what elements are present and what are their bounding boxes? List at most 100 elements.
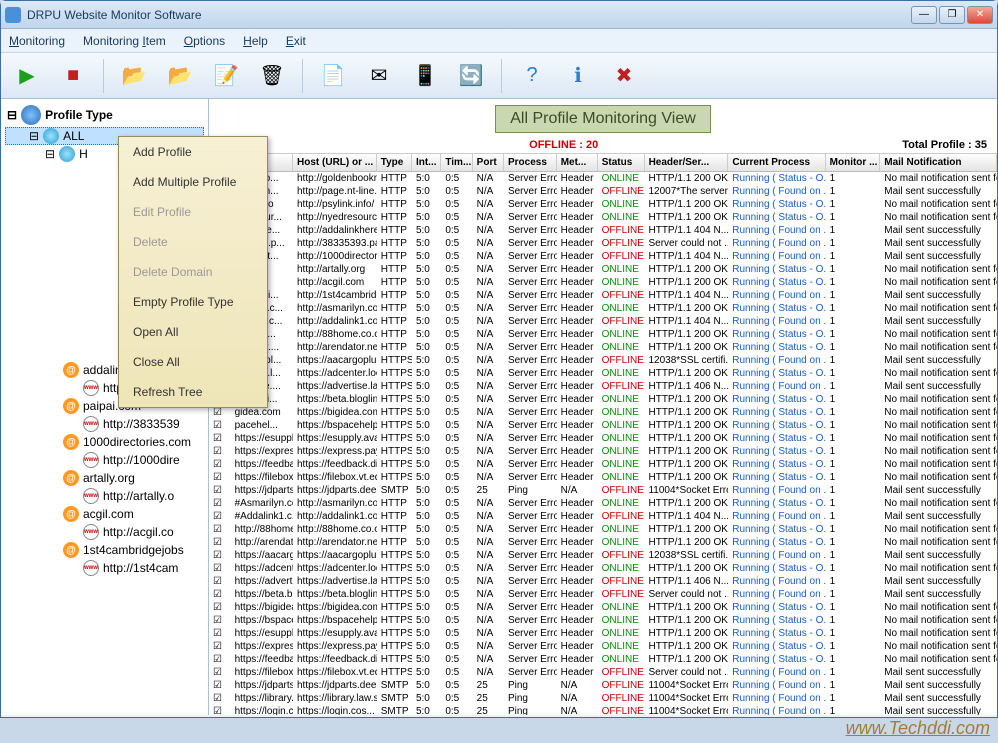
refresh-button[interactable]: 🔄 <box>453 58 489 94</box>
tree-item[interactable]: wwwhttp://1000dire <box>5 451 204 469</box>
table-row[interactable]: ☑https://login.cos...https://login.cos..… <box>209 705 997 715</box>
menu-monitoring-item[interactable]: Monitoring Item <box>83 34 166 48</box>
table-row[interactable]: ☑https://feedback...https://feedback.di.… <box>209 653 997 666</box>
table-row[interactable]: ☑https://jdparts.de..https://jdparts.dee… <box>209 679 997 692</box>
table-row[interactable]: ☑https://aacargo...https://aacargoplus..… <box>209 549 997 562</box>
minimize-button[interactable]: — <box>911 6 937 24</box>
exit-button[interactable]: ✖ <box>606 58 642 94</box>
table-row[interactable]: ☑home.c...http://88home.co.ccHTTP5:00:5N… <box>209 328 997 341</box>
cell: 5:0 <box>412 615 441 626</box>
table-row[interactable]: ☑ylink.infohttp://psylink.info/HTTP5:00:… <box>209 198 997 211</box>
table-row[interactable]: ☑https://bigidea....https://bigidea.comH… <box>209 601 997 614</box>
menu-exit[interactable]: Exit <box>286 34 306 48</box>
table-row[interactable]: ☑dcenter.l...https://adcenter.loo...HTTP… <box>209 367 997 380</box>
table-row[interactable]: ☑https://filebox.vt...https://filebox.vt… <box>209 666 997 679</box>
tree-item[interactable]: @artally.org <box>5 469 204 487</box>
menu-options[interactable]: Options <box>184 34 225 48</box>
col-header[interactable]: Header/Ser... <box>645 154 729 171</box>
col-header[interactable]: Host (URL) or ... <box>293 154 377 171</box>
table-row[interactable]: ☑https://express.p...https://express.pay… <box>209 640 997 653</box>
cell: OFFLINE <box>598 576 645 587</box>
ctx-add-multiple-profile[interactable]: Add Multiple Profile <box>119 167 267 197</box>
table-row[interactable]: ☑gil.comhttp://acgil.comHTTP5:00:5N/ASer… <box>209 276 997 289</box>
table-row[interactable]: ☑#Addalink1.c...http://addalink1.comHTTP… <box>209 510 997 523</box>
col-header[interactable]: Int... <box>412 154 441 171</box>
table-row[interactable]: ☑https://jdparts.de..https://jdparts.dee… <box>209 484 997 497</box>
table-row[interactable]: ☑endator....http://arendator.net...HTTP5… <box>209 341 997 354</box>
ctx-empty-profile-type[interactable]: Empty Profile Type <box>119 287 267 317</box>
table-row[interactable]: ☑https://beta.blo...https://beta.bloglin… <box>209 588 997 601</box>
tree-item[interactable]: @1st4cambridgejobs <box>5 541 204 559</box>
ctx-open-all[interactable]: Open All <box>119 317 267 347</box>
table-row[interactable]: ☑http://88home....http://88home.co.ccHTT… <box>209 523 997 536</box>
table-row[interactable]: ☑#Asmarilyn.co...http://asmarilyn.comHTT… <box>209 497 997 510</box>
mobile-button[interactable]: 📱 <box>407 58 443 94</box>
cell: Mail sent successfully <box>880 680 997 691</box>
data-table[interactable]: NameHost (URL) or ...TypeInt...Tim...Por… <box>209 154 997 715</box>
cell: N/A <box>473 186 504 197</box>
table-row[interactable]: ☑4cambri...http://1st4cambridg...HTTP5:0… <box>209 289 997 302</box>
ctx-add-profile[interactable]: Add Profile <box>119 137 267 167</box>
report-button[interactable]: 📄 <box>315 58 351 94</box>
tree-item[interactable]: wwwhttp://acgil.co <box>5 523 204 541</box>
table-row[interactable]: ☑https://esupply.a...https://esupply.ava… <box>209 627 997 640</box>
tree-item[interactable]: wwwhttp://1st4cam <box>5 559 204 577</box>
delete-button[interactable]: 🗑 <box>254 58 290 94</box>
info-button[interactable]: ℹ <box>560 58 596 94</box>
col-header[interactable]: Mail Notification <box>880 154 997 171</box>
tree-item[interactable]: wwwhttp://3833539 <box>5 415 204 433</box>
tree-item[interactable]: @acgil.com <box>5 505 204 523</box>
table-row[interactable]: ☑https://esupply.a...https://esupply.ava… <box>209 432 997 445</box>
table-row[interactable]: ☑ge.nt-lin...http://page.nt-line.ruHTTP5… <box>209 185 997 198</box>
col-header[interactable]: Monitor ... <box>826 154 881 171</box>
table-row[interactable]: ☑ally.orghttp://artally.orgHTTP5:00:5N/A… <box>209 263 997 276</box>
tree-item[interactable]: @1000directories.com <box>5 433 204 451</box>
cell: 0:5 <box>441 394 472 405</box>
col-header[interactable]: Current Process <box>728 154 825 171</box>
col-header[interactable]: Tim... <box>441 154 472 171</box>
ctx-refresh-tree[interactable]: Refresh Tree <box>119 377 267 407</box>
table-row[interactable]: ☑http://arendator...http://arendator.net… <box>209 536 997 549</box>
table-row[interactable]: ☑https://library.la...https://library.la… <box>209 692 997 705</box>
add-profile-button[interactable]: 📂 <box>116 58 152 94</box>
table-row[interactable]: ☑https://bspaceh...https://bspacehelp...… <box>209 614 997 627</box>
table-row[interactable]: ☑marilyn.c...http://asmarilyn.comHTTP5:0… <box>209 302 997 315</box>
menu-help[interactable]: Help <box>243 34 268 48</box>
edit-profile-button[interactable]: 📝 <box>208 58 244 94</box>
table-row[interactable]: ☑ta.blogli...https://beta.bloglin...HTTP… <box>209 393 997 406</box>
table-row[interactable]: ☑dalinkhe...http://addalinkhere...HTTP5:… <box>209 224 997 237</box>
ctx-delete-domain: Delete Domain <box>119 257 267 287</box>
table-row[interactable]: ☑edresour...http://nyedresource...HTTP5:… <box>209 211 997 224</box>
email-button[interactable]: ✉ <box>361 58 397 94</box>
col-header[interactable]: Type <box>377 154 412 171</box>
close-button[interactable]: ✕ <box>967 6 993 24</box>
table-row[interactable]: ☑https://filebox.vt...https://filebox.vt… <box>209 471 997 484</box>
table-row[interactable]: ☑acargopl...https://aacargoplus...HTTPS5… <box>209 354 997 367</box>
tree-item[interactable]: wwwhttp://artally.o <box>5 487 204 505</box>
table-row[interactable]: ☑335393.p...http://38335393.pai...HTTP5:… <box>209 237 997 250</box>
help-button[interactable]: ? <box>514 58 550 94</box>
table-row[interactable]: ☑00direct...http://1000directori...HTTP5… <box>209 250 997 263</box>
cell: Server Erro... <box>504 277 557 288</box>
col-header[interactable]: Port <box>473 154 504 171</box>
table-row[interactable]: ☑ldenboo...http://goldenbookm...HTTP5:00… <box>209 172 997 185</box>
play-button[interactable]: ▶ <box>9 58 45 94</box>
tree-root-profile-type[interactable]: ⊟ Profile Type <box>5 103 204 127</box>
maximize-button[interactable]: ❐ <box>939 6 965 24</box>
col-header[interactable]: Process <box>504 154 557 171</box>
table-row[interactable]: ☑pacehel...https://bspacehelp....HTTPS5:… <box>209 419 997 432</box>
table-row[interactable]: ☑https://feedback...https://feedback.di.… <box>209 458 997 471</box>
table-row[interactable]: ☑gidea.comhttps://bigidea.comHTTPS5:00:5… <box>209 406 997 419</box>
col-header[interactable]: Met... <box>557 154 598 171</box>
table-row[interactable]: ☑dalink1.c...http://addalink1.comHTTP5:0… <box>209 315 997 328</box>
table-row[interactable]: ☑https://advertis...https://advertise.la… <box>209 575 997 588</box>
table-row[interactable]: ☑dvertise....https://advertise.lati...HT… <box>209 380 997 393</box>
add-multi-profile-button[interactable]: 📂 <box>162 58 198 94</box>
ctx-close-all[interactable]: Close All <box>119 347 267 377</box>
table-row[interactable]: ☑https://express.p...https://express.pay… <box>209 445 997 458</box>
col-header[interactable]: Status <box>598 154 645 171</box>
cell: 5:0 <box>412 589 441 600</box>
menu-monitoring[interactable]: Monitoring <box>9 34 65 48</box>
table-row[interactable]: ☑https://adcenter...https://adcenter.loo… <box>209 562 997 575</box>
stop-button[interactable]: ■ <box>55 58 91 94</box>
